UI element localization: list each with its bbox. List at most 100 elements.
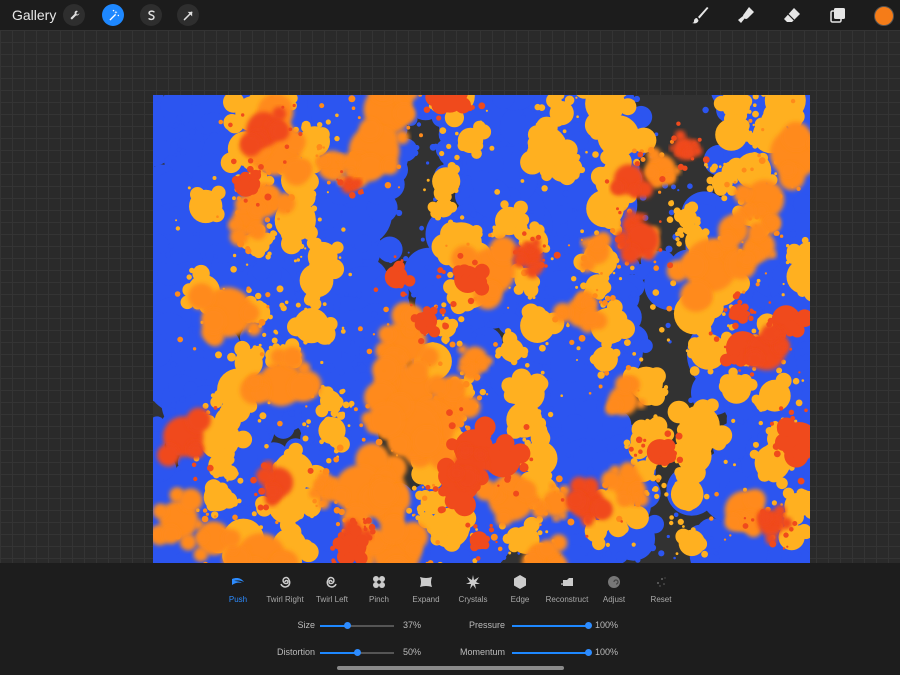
paint-blob xyxy=(509,423,519,433)
paint-blob xyxy=(595,288,599,292)
gallery-button[interactable]: Gallery xyxy=(12,7,56,23)
paint-blob xyxy=(553,491,556,494)
paint-blob xyxy=(679,251,707,279)
paint-blob xyxy=(637,151,644,158)
paint-blob xyxy=(452,265,465,278)
paint-blob xyxy=(157,191,161,195)
paint-blob xyxy=(734,343,739,348)
paint-blob xyxy=(370,479,399,507)
paint-blob xyxy=(592,151,599,158)
paint-blob xyxy=(412,426,442,456)
paint-blob xyxy=(354,155,361,162)
paint-blob xyxy=(375,438,383,446)
transform-arrow-icon[interactable] xyxy=(177,4,199,26)
paint-blob xyxy=(414,144,420,151)
paint-blob xyxy=(715,428,722,436)
paint-blob xyxy=(775,339,789,353)
paint-blob xyxy=(520,179,525,183)
paint-blob xyxy=(315,127,330,142)
layers-icon[interactable] xyxy=(827,4,849,26)
paint-blob xyxy=(602,482,609,489)
paint-blob xyxy=(213,406,218,410)
paint-blob xyxy=(321,194,325,198)
paint-blob xyxy=(467,515,474,522)
paint-blob xyxy=(724,181,730,188)
paint-blob xyxy=(187,186,191,190)
paint-blob xyxy=(782,547,786,550)
paint-blob xyxy=(382,369,386,373)
paint-blob xyxy=(737,186,752,200)
paint-blob xyxy=(517,109,524,116)
paint-blob xyxy=(714,491,719,497)
magic-wand-icon[interactable] xyxy=(102,4,124,26)
paint-blob xyxy=(500,200,509,209)
paint-blob xyxy=(544,264,548,268)
paint-blob xyxy=(281,105,285,109)
paint-blob xyxy=(677,518,684,525)
paint-blob xyxy=(585,334,590,339)
paint-blob xyxy=(436,115,442,121)
paint-blob xyxy=(401,506,404,510)
wrench-icon[interactable] xyxy=(63,4,85,26)
paint-blob xyxy=(748,487,752,491)
paint-blob xyxy=(325,119,331,125)
paint-blob xyxy=(743,341,748,346)
paint-blob xyxy=(550,348,585,384)
paint-blob xyxy=(310,394,315,399)
paint-blob xyxy=(732,322,739,330)
paint-blob xyxy=(688,337,702,351)
paint-blob xyxy=(210,393,216,398)
paint-blob xyxy=(575,96,578,99)
paint-blob xyxy=(495,352,501,359)
artwork-canvas[interactable] xyxy=(153,95,810,563)
smudge-icon[interactable] xyxy=(735,4,757,26)
brush-icon[interactable] xyxy=(689,4,711,26)
paint-blob xyxy=(618,277,623,281)
paint-blob xyxy=(386,323,390,326)
paint-blob xyxy=(306,425,309,428)
paint-blob xyxy=(532,435,545,448)
paint-blob xyxy=(325,266,336,276)
paint-blob xyxy=(723,152,729,158)
paint-blob xyxy=(264,217,271,223)
paint-blob xyxy=(633,453,638,457)
eraser-icon[interactable] xyxy=(781,4,803,26)
paint-blob xyxy=(213,242,235,264)
paint-blob xyxy=(246,544,253,551)
paint-blob xyxy=(562,127,565,130)
paint-blob xyxy=(410,303,413,307)
paint-blob xyxy=(448,322,457,330)
current-color-swatch[interactable] xyxy=(874,6,894,26)
paint-blob xyxy=(458,316,465,323)
paint-blob xyxy=(179,120,183,124)
paint-blob xyxy=(406,125,411,130)
paint-blob xyxy=(192,231,197,236)
paint-blob xyxy=(380,516,407,543)
paint-blob xyxy=(616,207,619,211)
paint-blob xyxy=(326,196,329,200)
paint-blob xyxy=(504,476,511,483)
paint-blob xyxy=(733,180,737,184)
paint-blob xyxy=(278,431,282,436)
paint-blob xyxy=(330,170,340,179)
paint-blob xyxy=(635,436,643,444)
paint-blob xyxy=(284,144,290,150)
paint-blob xyxy=(542,96,547,101)
selection-s-icon[interactable] xyxy=(140,4,162,26)
paint-blob xyxy=(718,165,722,168)
paint-blob xyxy=(516,480,537,501)
paint-blob xyxy=(394,103,414,123)
paint-blob xyxy=(442,197,449,205)
paint-blob xyxy=(553,98,559,104)
paint-blob xyxy=(293,186,316,209)
paint-blob xyxy=(314,323,336,345)
paint-blob xyxy=(580,229,584,234)
paint-blob xyxy=(669,200,674,204)
paint-blob xyxy=(727,405,730,408)
paint-blob xyxy=(457,344,467,354)
paint-blob xyxy=(635,501,641,507)
paint-blob xyxy=(328,363,335,370)
paint-blob xyxy=(730,211,746,227)
paint-blob xyxy=(363,457,370,464)
paint-blob xyxy=(369,403,404,438)
